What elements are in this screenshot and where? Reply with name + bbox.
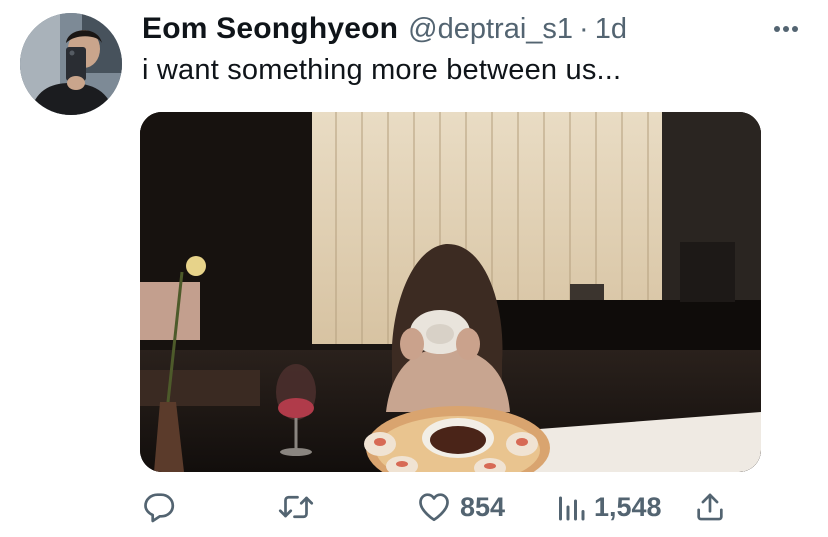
tweet-text: i want something more between us... bbox=[142, 54, 622, 86]
display-name[interactable]: Eom Seonghyeon bbox=[142, 12, 398, 46]
retweet-button[interactable] bbox=[276, 484, 316, 530]
media-photo bbox=[140, 112, 761, 472]
view-count: 1,548 bbox=[594, 491, 662, 522]
retweet-icon bbox=[276, 489, 316, 525]
avatar[interactable] bbox=[20, 13, 122, 115]
tweet: Eom Seonghyeon @deptrai_s1 · 1d i want s… bbox=[0, 0, 828, 537]
tweet-media-image[interactable] bbox=[140, 112, 761, 472]
like-count: 854 bbox=[460, 491, 506, 522]
more-horizontal-icon[interactable] bbox=[771, 19, 801, 39]
reply-button[interactable] bbox=[141, 484, 177, 530]
like-button[interactable]: 854 bbox=[416, 484, 505, 530]
share-icon bbox=[693, 489, 727, 525]
username-handle[interactable]: @deptrai_s1 bbox=[408, 13, 573, 46]
avatar-photo bbox=[20, 13, 122, 115]
views-button[interactable]: 1,548 bbox=[556, 484, 662, 530]
timestamp[interactable]: 1d bbox=[595, 13, 627, 46]
action-bar: 854 1,548 bbox=[0, 484, 828, 530]
reply-icon bbox=[141, 489, 177, 525]
share-button[interactable] bbox=[693, 484, 727, 530]
views-icon bbox=[556, 489, 586, 525]
tweet-header: Eom Seonghyeon @deptrai_s1 · 1d bbox=[142, 12, 627, 52]
separator-dot: · bbox=[579, 13, 589, 45]
heart-icon bbox=[416, 489, 452, 525]
